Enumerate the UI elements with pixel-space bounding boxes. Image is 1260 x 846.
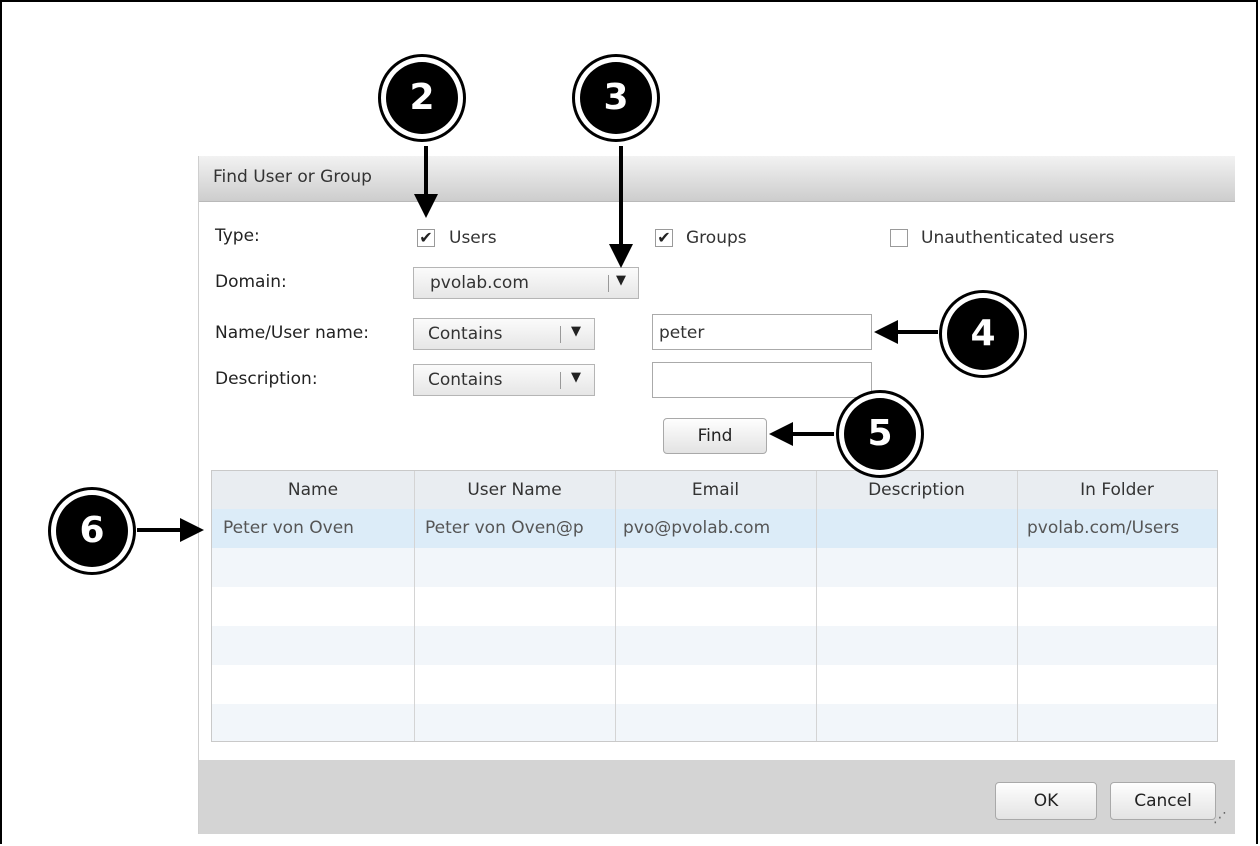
callout-5: 5 bbox=[836, 390, 924, 478]
callout-6: 6 bbox=[48, 487, 136, 575]
callout-4: 4 bbox=[939, 290, 1027, 378]
callout-4-number: 4 bbox=[947, 298, 1019, 370]
callout-2-number: 2 bbox=[386, 62, 458, 134]
callout-2: 2 bbox=[378, 54, 466, 142]
callout-5-number: 5 bbox=[844, 398, 916, 470]
callout-6-number: 6 bbox=[56, 495, 128, 567]
callout-3: 3 bbox=[572, 54, 660, 142]
callout-3-number: 3 bbox=[580, 62, 652, 134]
